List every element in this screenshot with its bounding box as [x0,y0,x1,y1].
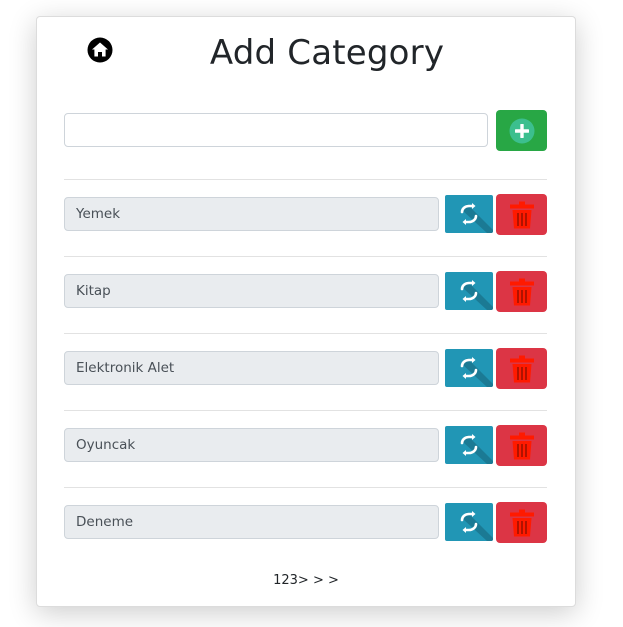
plus-circle-icon [509,118,534,143]
trash-icon [509,201,534,228]
trash-icon [509,355,534,382]
trash-icon [509,432,534,459]
page-link-3[interactable]: 3 [290,573,298,588]
category-name-field: Kitap [64,274,439,308]
divider [64,256,547,257]
update-category-button[interactable] [445,503,493,541]
category-name-input[interactable] [64,113,488,147]
category-card: Add Category Yemek Kitap Elektronik Alet… [36,16,576,607]
update-category-button[interactable] [445,349,493,387]
page-next-more-link[interactable]: > [313,573,324,588]
trash-icon [509,509,534,536]
pagination: 123> > > [37,573,575,588]
page-last-link[interactable]: > [328,573,339,588]
update-category-button[interactable] [445,195,493,233]
refresh-icon [460,434,493,464]
divider [64,487,547,488]
divider [64,333,547,334]
add-category-button[interactable] [496,110,547,151]
page-next-link[interactable]: > [298,573,309,588]
category-name-field: Elektronik Alet [64,351,439,385]
page-title: Add Category [209,33,445,73]
category-name-field: Deneme [64,505,439,539]
update-category-button[interactable] [445,426,493,464]
divider [64,410,547,411]
category-name-field: Yemek [64,197,439,231]
category-name-field: Oyuncak [64,428,439,462]
delete-category-button[interactable] [496,194,547,235]
delete-category-button[interactable] [496,271,547,312]
page-link-2[interactable]: 2 [281,573,289,588]
delete-category-button[interactable] [496,425,547,466]
delete-category-button[interactable] [496,348,547,389]
refresh-icon [460,280,493,310]
refresh-icon [460,511,493,541]
refresh-icon [460,357,493,387]
trash-icon [509,278,534,305]
update-category-button[interactable] [445,272,493,310]
delete-category-button[interactable] [496,502,547,543]
divider [64,179,547,180]
refresh-icon [460,203,493,233]
